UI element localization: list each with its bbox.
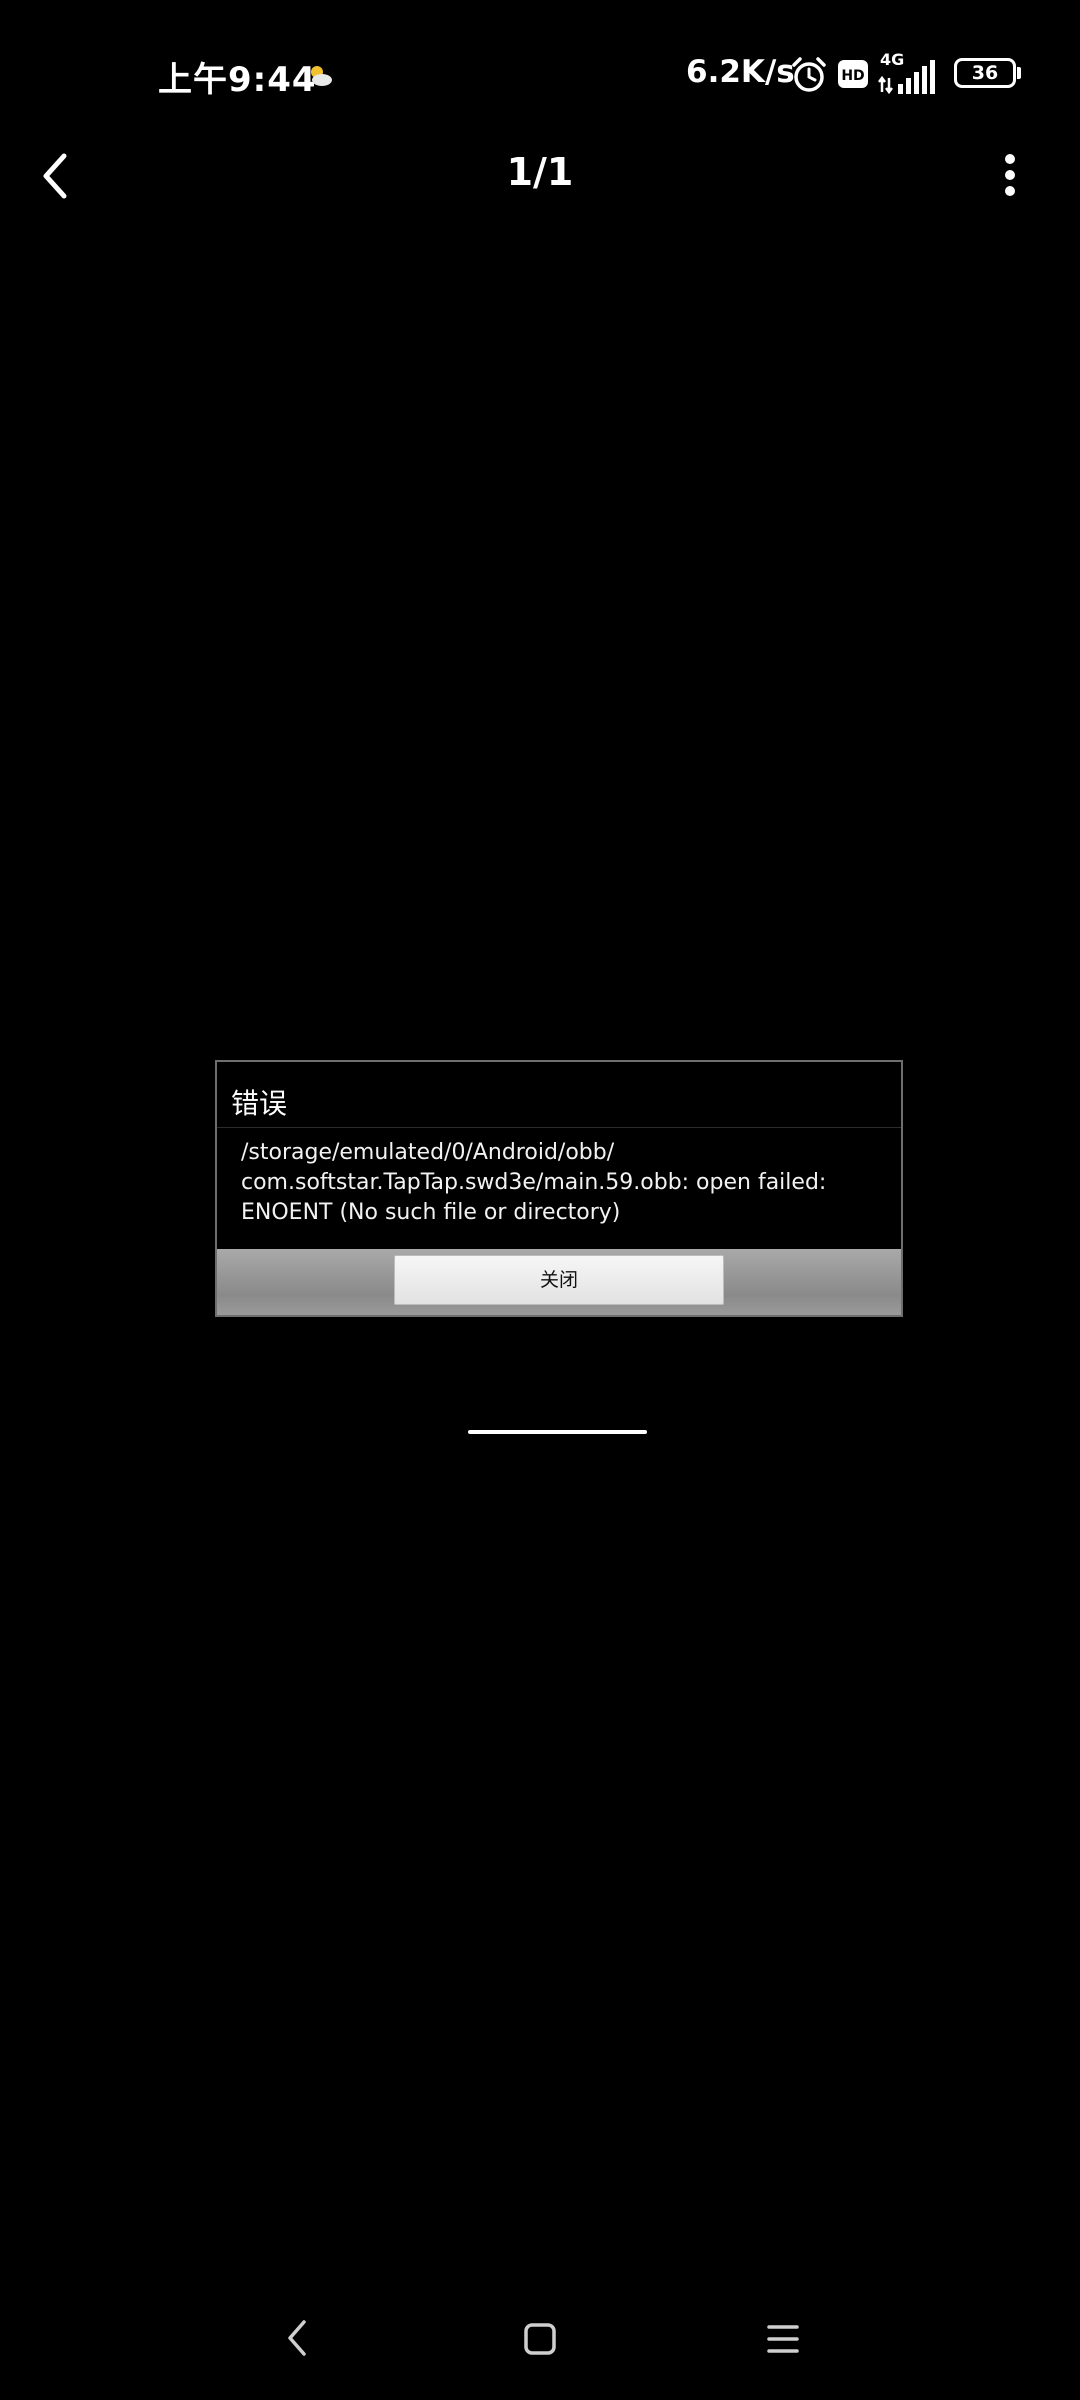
dialog-message-line: com.softstar.TapTap.swd3e/main.59.obb: o… (241, 1170, 827, 1195)
dialog-footer: 关闭 (217, 1249, 901, 1315)
battery-icon: 36 (954, 58, 1016, 88)
nav-menu-icon[interactable] (766, 2322, 800, 2356)
top-bar: 1/1 (0, 140, 1080, 210)
dialog-divider (217, 1127, 901, 1128)
status-time: 上午9:44 (158, 60, 317, 100)
dialog-title: 错误 (231, 1087, 288, 1120)
nav-back-icon[interactable] (282, 2316, 312, 2360)
more-vertical-icon[interactable] (990, 150, 1030, 200)
page-counter: 1/1 (506, 150, 574, 194)
signal-icon: 4G (878, 50, 942, 96)
status-bar: 上午9:44 6.2K/s HD 4G 36 (0, 40, 1080, 112)
hd-icon: HD (838, 60, 868, 88)
error-dialog: 错误 /storage/emulated/0/Android/obb/ com.… (215, 1060, 903, 1317)
battery-cap (1017, 67, 1021, 79)
nav-home-icon[interactable] (523, 2322, 557, 2356)
battery-level: 36 (971, 62, 999, 84)
dialog-message: /storage/emulated/0/Android/obb/ com.sof… (241, 1138, 881, 1228)
alarm-icon (792, 57, 826, 92)
nav-bar (0, 2310, 1080, 2370)
close-button[interactable]: 关闭 (394, 1255, 724, 1305)
weather-icon (311, 66, 332, 86)
home-indicator[interactable] (468, 1430, 647, 1434)
dialog-message-line: ENOENT (No such file or directory) (241, 1200, 621, 1225)
svg-text:HD: HD (841, 68, 864, 84)
net-speed: 6.2K/s (686, 54, 795, 90)
dialog-message-line: /storage/emulated/0/Android/obb/ (241, 1140, 615, 1165)
screen: 上午9:44 6.2K/s HD 4G 36 1/1 错误 /storage/e… (0, 0, 1080, 2400)
